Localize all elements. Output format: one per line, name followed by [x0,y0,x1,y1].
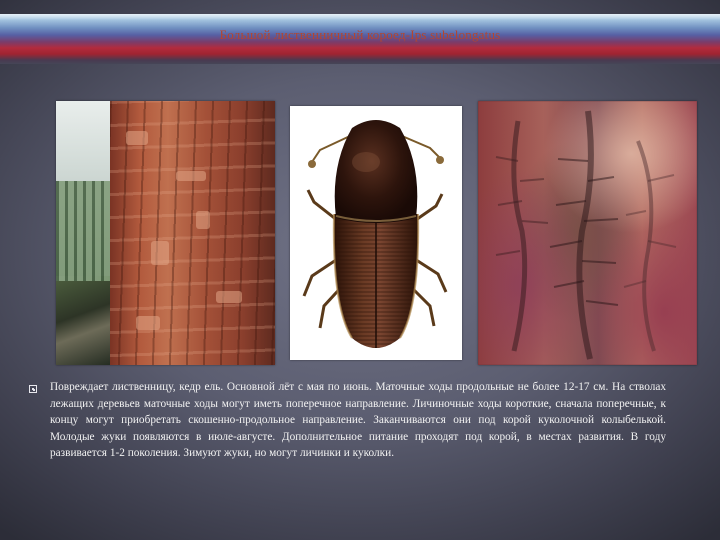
bark-galleries-photo [478,101,697,365]
square-bullet-icon [29,385,37,393]
beetle-photo [290,106,462,360]
slide-title: Большой лиственничный короед-Ips subelon… [219,27,501,42]
tree-trunk-photo [56,101,275,365]
description-text: Повреждает лиственницу, кедр ель. Основн… [50,381,666,460]
